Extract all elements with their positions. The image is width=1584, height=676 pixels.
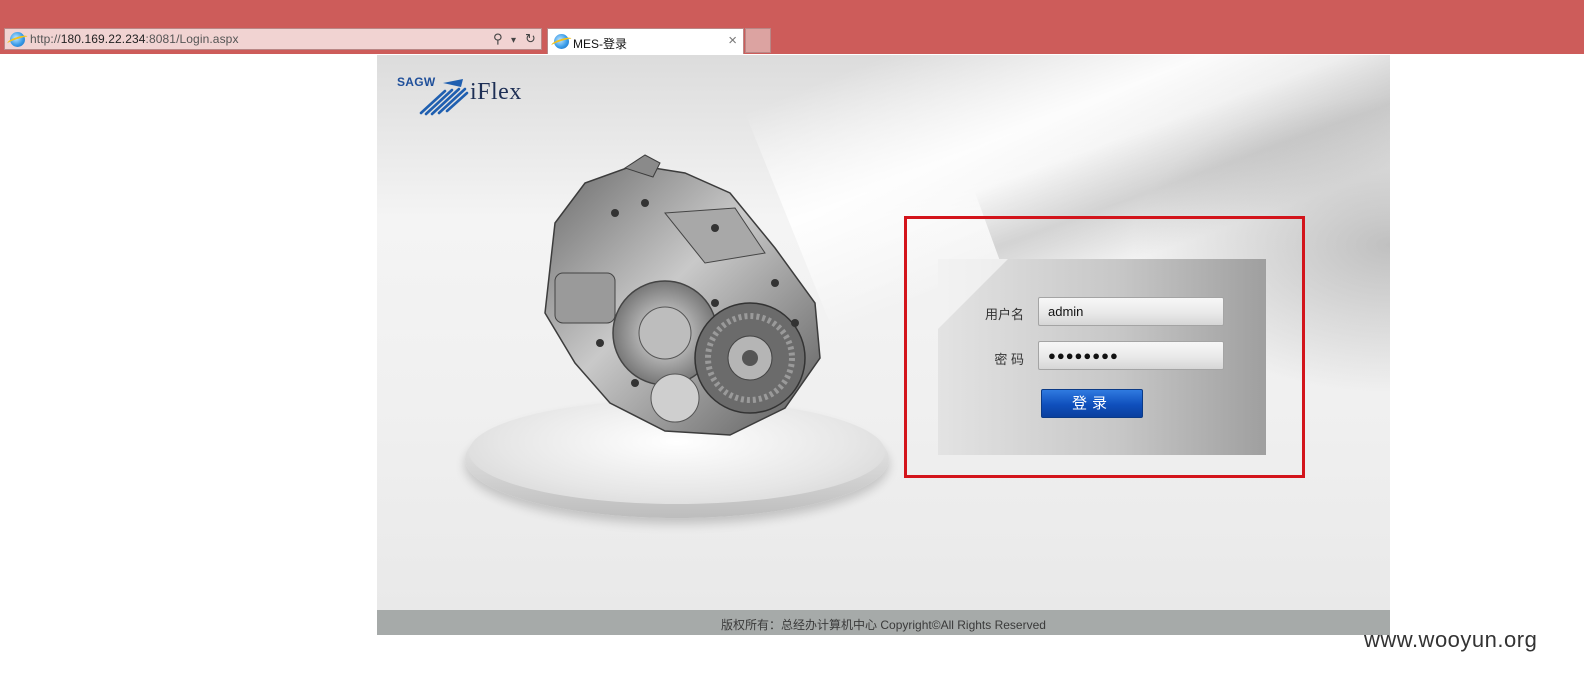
login-button[interactable]: 登录	[1041, 389, 1143, 418]
close-icon[interactable]: ×	[728, 32, 737, 49]
refresh-icon[interactable]: ↻	[525, 31, 536, 47]
login-page: SAGW iFlex 用户名 admin 密 码 ●●●●●●●● 登录 版权所…	[377, 55, 1390, 635]
ie-logo-icon	[554, 34, 569, 49]
login-panel: 用户名 密 码 ●●●●●●●● 登录	[938, 259, 1266, 455]
url-path: :8081/Login.aspx	[145, 32, 239, 46]
sagw-logo-icon	[419, 79, 469, 116]
tab-mes-login[interactable]: MES-登录 ×	[547, 28, 744, 54]
password-label: 密 码	[994, 352, 1024, 367]
browser-chrome: http://180.169.22.234:8081/Login.aspx ⚲ …	[0, 0, 1584, 54]
url-host: 180.169.22.234	[60, 32, 146, 46]
brand-logo: SAGW iFlex	[397, 73, 557, 117]
address-bar[interactable]: http://180.169.22.234:8081/Login.aspx ⚲ …	[4, 28, 542, 50]
footer: 版权所有：总经办计算机中心 Copyright©All Rights Reser…	[377, 610, 1390, 635]
ie-logo-icon	[10, 32, 25, 47]
search-icon[interactable]: ⚲	[493, 31, 503, 47]
gearbox-image	[544, 154, 821, 436]
watermark: www.wooyun.org	[1364, 627, 1538, 652]
tab-title: MES-登录	[573, 37, 628, 51]
brand-product: iFlex	[470, 79, 522, 105]
copyright-text: 版权所有：总经办计算机中心 Copyright©All Rights Reser…	[721, 618, 1046, 632]
new-tab-button[interactable]	[745, 28, 771, 53]
password-field[interactable]: ●●●●●●●●	[1038, 341, 1224, 370]
username-field[interactable]	[1038, 297, 1224, 326]
dropdown-icon[interactable]: ▾	[511, 33, 516, 49]
url-prefix: http://	[30, 32, 61, 46]
username-label: 用户名	[984, 307, 1024, 322]
url-text[interactable]: http://180.169.22.234:8081/Login.aspx	[30, 32, 239, 46]
